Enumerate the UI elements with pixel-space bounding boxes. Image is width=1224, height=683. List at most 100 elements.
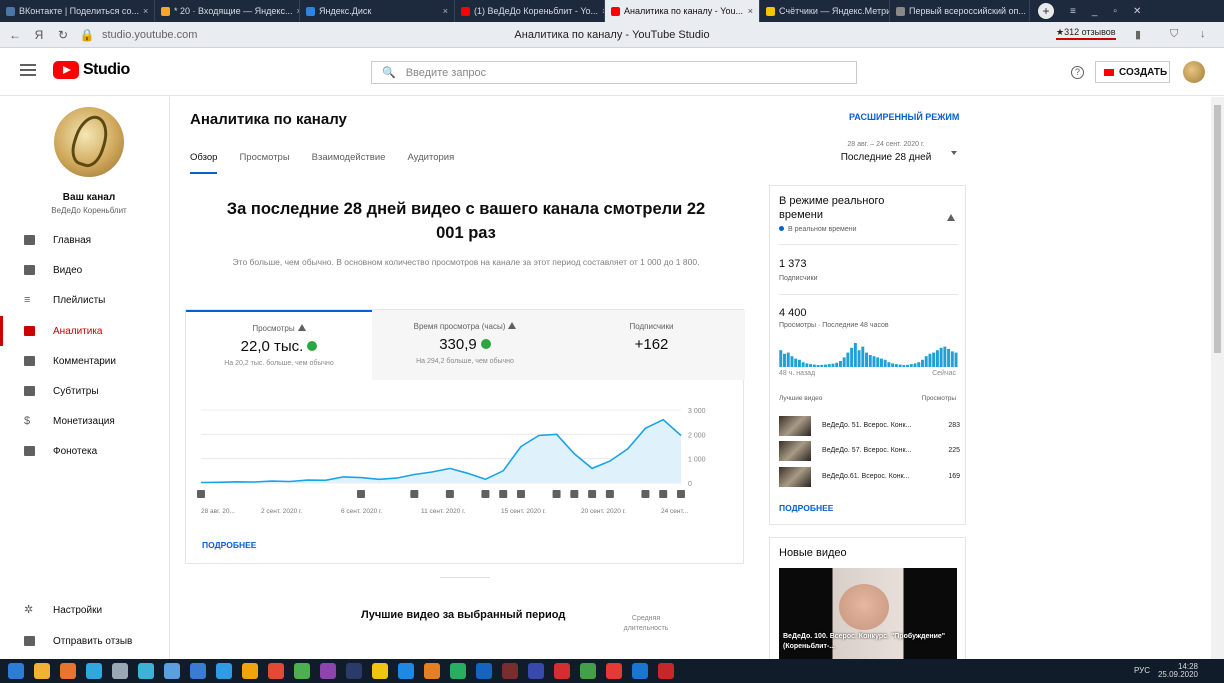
close-tab-icon[interactable]: × [748, 6, 753, 16]
sidebar-item-analytics[interactable]: Аналитика [0, 316, 170, 346]
restore-icon[interactable]: ▫ [1113, 6, 1117, 17]
realtime-bar [913, 363, 917, 367]
browser-tab[interactable]: (1) ВеДеДо Кореньблит - Yo...× [455, 0, 605, 22]
realtime-bar [868, 355, 872, 367]
sidebar-item-settings[interactable]: ✲ Настройки [0, 595, 170, 625]
browser-tab[interactable]: Первый всероссийский оп...× [890, 0, 1030, 22]
app-icon[interactable] [86, 663, 102, 679]
reviews-badge[interactable]: ★312 отзывов [1056, 27, 1116, 40]
metric-watch-time[interactable]: Время просмотра (часы) 330,9 На 294,2 бо… [372, 310, 558, 380]
app-icon[interactable] [112, 663, 128, 679]
account-avatar[interactable] [1183, 61, 1205, 83]
hamburger-menu-icon[interactable] [20, 64, 36, 76]
create-button[interactable]: СОЗДАТЬ [1095, 61, 1170, 83]
browser-tab[interactable]: Счётчики — Яндекс.Метрика× [760, 0, 890, 22]
channel-title: Ваш канал [62, 192, 116, 203]
subtitles-icon [24, 385, 36, 397]
browser-tab-active[interactable]: Аналитика по каналу - You... × [605, 0, 760, 22]
sidebar-item-playlists[interactable]: ≡ Плейлисты [0, 285, 170, 315]
minimize-icon[interactable]: _ [1092, 6, 1098, 17]
realtime-bar [879, 358, 883, 367]
app-icon[interactable] [606, 663, 622, 679]
url-field[interactable]: studio.youtube.com [102, 29, 197, 41]
advanced-mode-link[interactable]: РАСШИРЕННЫЙ РЕЖИМ [849, 112, 959, 122]
browser-tab[interactable]: Яндекс.Диск × [300, 0, 455, 22]
top-video-row[interactable]: ВеДеДо.61. Всерос. Конк... 169 [779, 467, 960, 489]
app-icon[interactable] [320, 663, 336, 679]
tab-views[interactable]: Просмотры [239, 152, 289, 174]
browser-tab[interactable]: * 20 · Входящие — Яндекс...× [155, 0, 300, 22]
close-window-icon[interactable]: ✕ [1133, 6, 1141, 17]
app-icon[interactable] [424, 663, 440, 679]
y-tick-label: 1 000 [688, 457, 706, 464]
protect-icon[interactable]: ⛉ [1170, 28, 1178, 41]
menu-icon[interactable]: ≡ [1070, 6, 1076, 17]
yandex-icon[interactable]: Я [30, 28, 48, 42]
new-tab-button[interactable]: + [1038, 3, 1054, 19]
app-icon[interactable] [216, 663, 232, 679]
sidebar-item-videos[interactable]: Видео [0, 255, 170, 285]
best-videos-title: Лучшие видео за выбранный период [361, 609, 566, 621]
close-tab-icon[interactable]: × [443, 6, 448, 16]
scrollbar-thumb[interactable] [1214, 105, 1221, 353]
download-icon[interactable]: ↓ [1200, 28, 1206, 40]
app-icon[interactable] [554, 663, 570, 679]
top-video-row[interactable]: ВеДеДо. 57. Всерос. Конк... 225 [779, 441, 960, 463]
back-icon[interactable]: ← [6, 28, 24, 42]
app-icon[interactable] [242, 663, 258, 679]
sidebar-item-feedback[interactable]: Отправить отзыв [0, 626, 170, 656]
sidebar-item-subtitles[interactable]: Субтитры [0, 376, 170, 406]
app-icon[interactable] [528, 663, 544, 679]
bookmark-icon[interactable]: ▮ [1135, 28, 1141, 41]
app-icon[interactable] [190, 663, 206, 679]
system-tray[interactable]: РУС 14:28 25.09.2020 [1134, 663, 1198, 679]
start-icon[interactable] [8, 663, 24, 679]
metric-views[interactable]: Просмотры 22,0 тыс. На 20,2 тыс. больше,… [186, 310, 372, 380]
channel-avatar[interactable] [54, 107, 124, 177]
app-icon[interactable] [658, 663, 674, 679]
page-scrollbar[interactable] [1211, 97, 1224, 659]
realtime-bar [824, 364, 827, 367]
app-icon[interactable] [476, 663, 492, 679]
metrika-icon [766, 6, 775, 16]
collapse-icon[interactable] [947, 214, 955, 221]
app-icon[interactable] [580, 663, 596, 679]
app-icon[interactable] [632, 663, 648, 679]
tab-audience[interactable]: Аудитория [407, 152, 454, 174]
sidebar-item-monetization[interactable]: $ Монетизация [0, 406, 170, 436]
help-icon[interactable]: ? [1071, 66, 1084, 79]
language-indicator[interactable]: РУС [1134, 667, 1150, 675]
close-tab-icon[interactable]: × [143, 6, 148, 16]
tab-overview[interactable]: Обзор [190, 152, 218, 174]
reload-icon[interactable]: ↻ [54, 28, 72, 42]
app-icon[interactable] [60, 663, 76, 679]
avg-duration-header: Средняя длительность [623, 615, 669, 632]
live-indicator: В реальном времени [779, 226, 857, 233]
realtime-bar [846, 352, 850, 367]
y-tick-label: 3 000 [688, 408, 706, 415]
app-icon[interactable] [398, 663, 414, 679]
studio-logo[interactable]: Studio [53, 61, 130, 79]
chevron-down-icon[interactable] [951, 151, 957, 155]
date-range-dropdown[interactable]: 28 авг. – 24 сент. 2020 г. Последние 28 … [816, 141, 956, 163]
top-video-row[interactable]: ВеДеДо. 51. Всерос. Конк... 283 [779, 416, 960, 438]
app-icon[interactable] [138, 663, 154, 679]
more-details-link[interactable]: ПОДРОБНЕЕ [202, 540, 256, 550]
tab-engagement[interactable]: Взаимодействие [312, 152, 386, 174]
app-icon[interactable] [450, 663, 466, 679]
app-icon[interactable] [502, 663, 518, 679]
app-icon[interactable] [294, 663, 310, 679]
new-video-thumbnail[interactable]: ВеДеДо. 100. Всерос. Конкурс. "Пробужден… [779, 568, 957, 664]
metric-subscribers[interactable]: Подписчики +162 [558, 310, 745, 380]
realtime-more-link[interactable]: ПОДРОБНЕЕ [779, 503, 833, 513]
browser-tab[interactable]: ВКонтакте | Поделиться со... × [0, 0, 155, 22]
sidebar-item-dashboard[interactable]: Главная [0, 225, 170, 255]
sidebar-item-comments[interactable]: Комментарии [0, 346, 170, 376]
app-icon[interactable] [164, 663, 180, 679]
app-icon[interactable] [372, 663, 388, 679]
sidebar-item-audio-library[interactable]: Фонотека [0, 436, 170, 466]
app-icon[interactable] [268, 663, 284, 679]
store-icon[interactable] [34, 663, 50, 679]
search-input[interactable]: 🔍 Введите запрос [371, 61, 857, 84]
app-icon[interactable] [346, 663, 362, 679]
